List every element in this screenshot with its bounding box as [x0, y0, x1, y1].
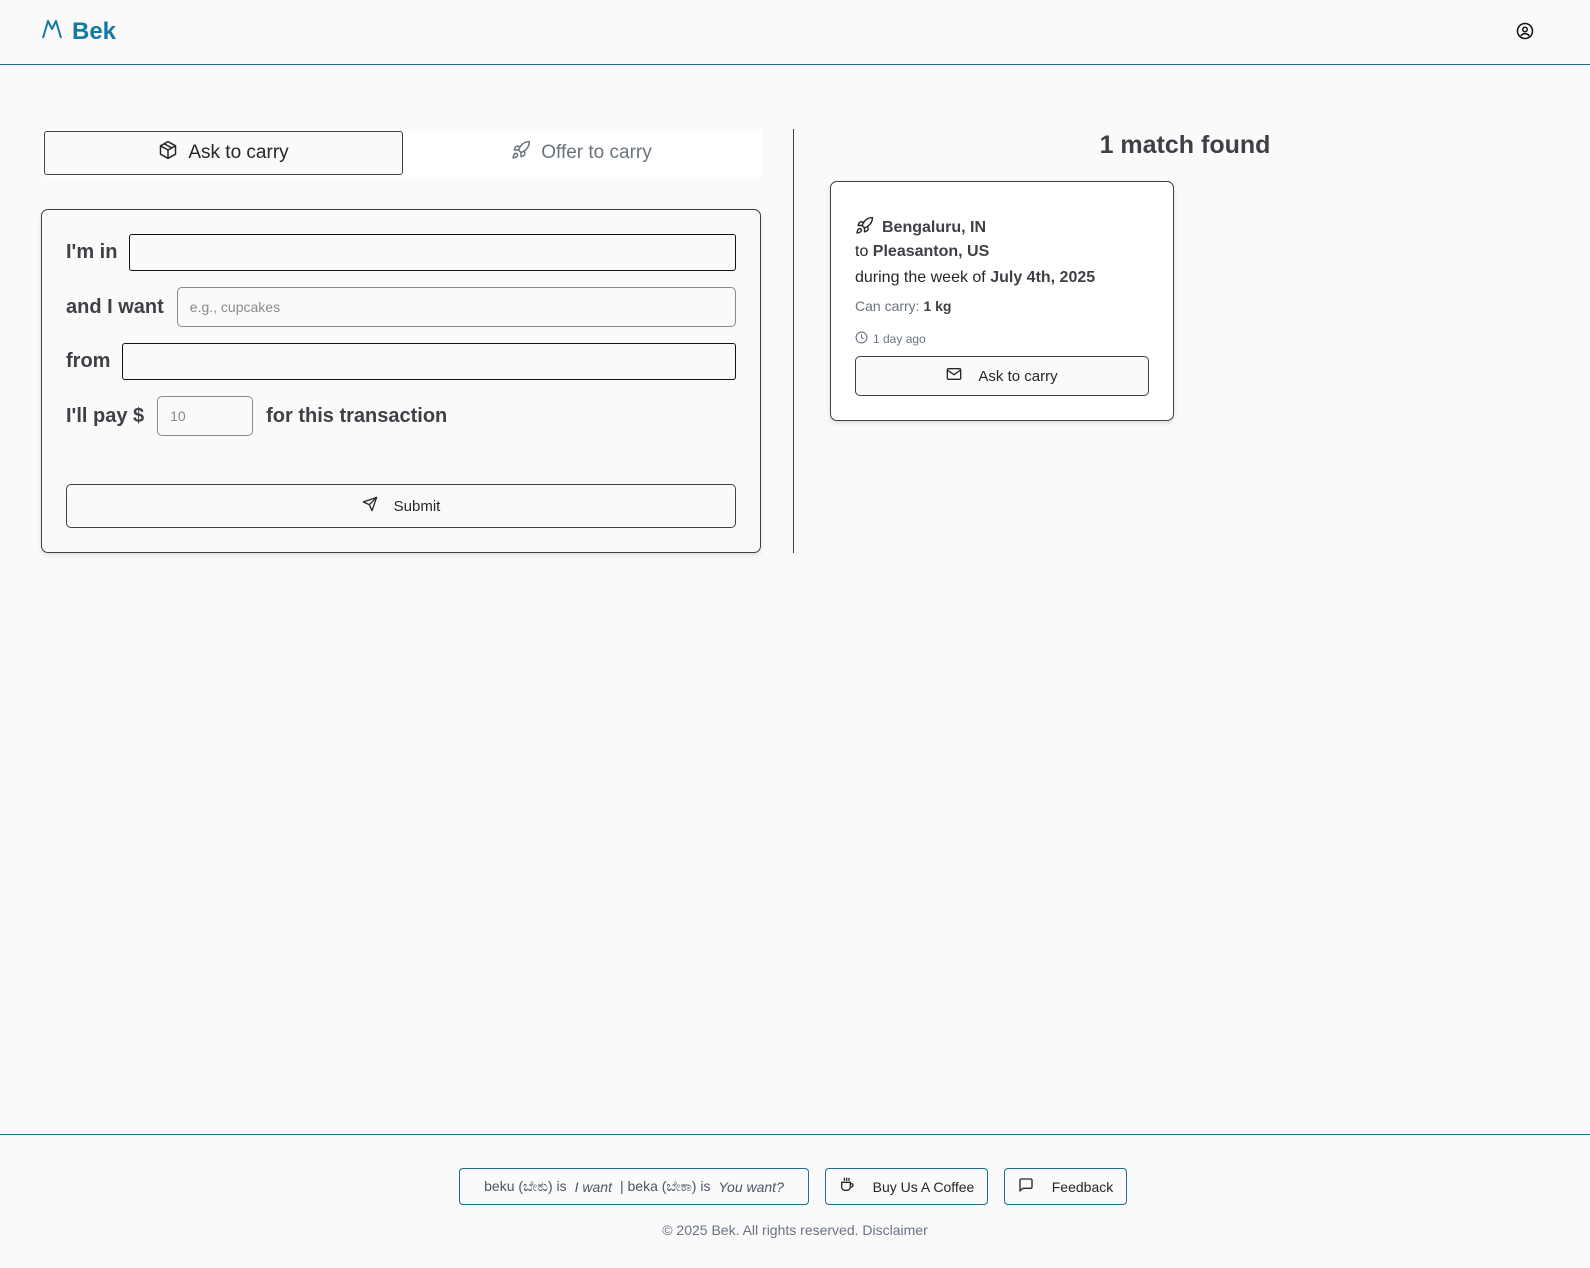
to-prefix: to [855, 243, 869, 260]
match-posted-time: 1 day ago [855, 331, 926, 347]
motto-part2: | beka (ಬೇಕಾ) is [619, 1178, 711, 1194]
week-prefix: during the week of [855, 269, 986, 286]
match-origin: Bengaluru, IN [855, 216, 986, 240]
match-capacity: Can carry: 1 kg [855, 298, 951, 314]
rocket-icon [511, 140, 531, 166]
origin-city: Bengaluru, IN [882, 219, 987, 236]
package-icon [158, 140, 178, 166]
pay-row: I'll pay $ for this transaction [66, 396, 736, 436]
ask-to-carry-label: Ask to carry [978, 367, 1058, 385]
request-form: I'm in and I want from I'll pay $ for th… [41, 209, 761, 553]
submit-label: Submit [393, 497, 441, 515]
match-week: during the week of July 4th, 2025 [855, 269, 1095, 287]
tab-offer-to-carry[interactable]: Offer to carry [403, 131, 760, 175]
tab-label: Ask to carry [188, 142, 289, 163]
week-date: July 4th, 2025 [990, 269, 1096, 286]
clock-icon [855, 331, 868, 347]
user-account-button[interactable] [1514, 22, 1536, 44]
disclaimer-link[interactable]: Disclaimer [862, 1222, 927, 1238]
rocket-icon [855, 216, 874, 240]
posted-time: 1 day ago [873, 332, 926, 346]
brand-name: Bek [72, 18, 117, 45]
tab-label: Offer to carry [541, 142, 652, 163]
mail-icon [946, 366, 962, 386]
results-title: 1 match found [1099, 131, 1271, 159]
submit-button[interactable]: Submit [66, 484, 736, 528]
coffee-label: Buy Us A Coffee [872, 1178, 975, 1195]
coffee-icon [839, 1177, 855, 1196]
top-nav: Bek [0, 0, 1590, 65]
buy-coffee-button[interactable]: Buy Us A Coffee [825, 1168, 988, 1205]
motto-italic1: I want [574, 1178, 612, 1195]
ask-to-carry-button[interactable]: Ask to carry [855, 356, 1149, 396]
feedback-label: Feedback [1051, 1178, 1114, 1195]
pay-amount-input[interactable] [157, 396, 254, 436]
motto-italic2: You want? [718, 1178, 784, 1195]
from-row: from [66, 343, 736, 380]
destination-city: Pleasanton, US [872, 243, 990, 260]
match-card: Bengaluru, IN to Pleasanton, US during t… [830, 181, 1174, 421]
copyright-text: © 2025 Bek. All rights reserved. [662, 1222, 859, 1238]
location-input[interactable] [129, 234, 736, 271]
copyright-line: © 2025 Bek. All rights reserved. Disclai… [0, 1222, 1590, 1238]
want-row: and I want [66, 287, 736, 327]
motto-badge[interactable]: beku (ಬೇಕು) is I want | beka (ಬೇಕಾ) is Y… [459, 1168, 809, 1205]
brand-logo-link[interactable]: Bek [40, 18, 116, 46]
mode-tabs: Ask to carry Offer to carry [42, 129, 762, 177]
mountain-icon [40, 17, 64, 48]
from-label: from [66, 350, 111, 372]
want-label: and I want [66, 295, 164, 318]
message-square-icon [1018, 1177, 1034, 1196]
capacity-value: 1 kg [923, 298, 952, 314]
match-destination: to Pleasanton, US [855, 243, 989, 261]
tab-ask-to-carry[interactable]: Ask to carry [44, 131, 403, 175]
from-input[interactable] [122, 343, 736, 380]
user-circle-icon [1516, 22, 1534, 45]
panel-divider [793, 129, 794, 553]
item-input[interactable] [176, 287, 736, 327]
pay-label: I'll pay $ [66, 404, 145, 427]
feedback-button[interactable]: Feedback [1004, 1168, 1127, 1205]
location-label: I'm in [66, 241, 118, 263]
capacity-label: Can carry: [855, 298, 920, 314]
footer: beku (ಬೇಕು) is I want | beka (ಬೇಕಾ) is Y… [0, 1134, 1590, 1268]
motto-part1: beku (ಬೇಕು) is [484, 1178, 567, 1194]
location-row: I'm in [66, 234, 736, 271]
pay-suffix-label: for this transaction [266, 404, 448, 427]
send-icon [362, 496, 378, 516]
